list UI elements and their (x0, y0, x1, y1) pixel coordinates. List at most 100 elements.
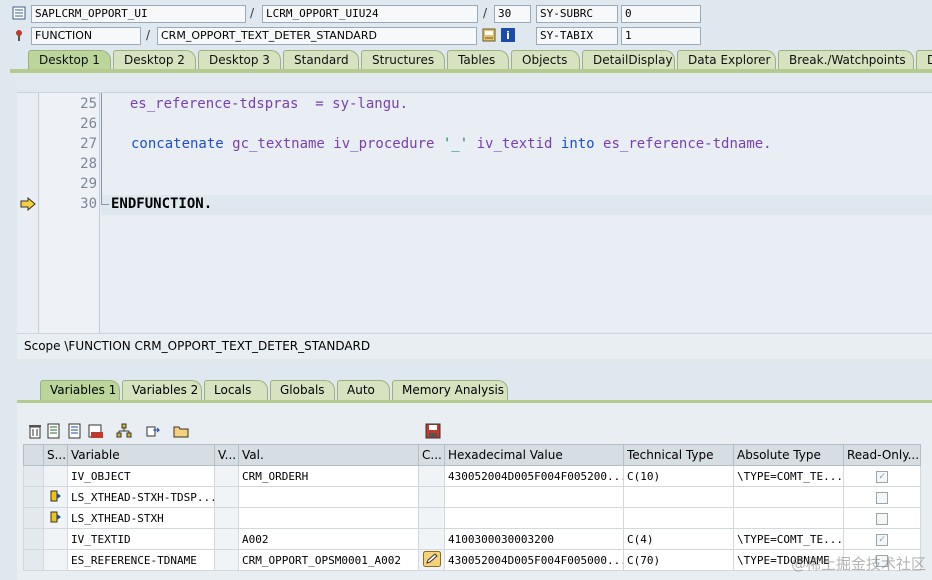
variable-cell[interactable]: IV_TEXTID (67, 528, 215, 550)
column-header[interactable]: Hexadecimal Value (444, 444, 624, 466)
navigate-icon[interactable] (145, 423, 161, 439)
variables-grid: S... Variable V... Val. C... Hexadecimal… (23, 444, 921, 571)
row-selector[interactable] (23, 486, 44, 508)
tab-variables-1[interactable]: Variables 1 (40, 380, 120, 400)
tab-more[interactable]: D (916, 50, 932, 70)
breakpoint-gutter[interactable] (17, 93, 39, 333)
technical-type-cell: C(4) (623, 528, 734, 550)
program-field: SAPLCRM_OPPORT_UI (31, 5, 246, 23)
tab-data-explorer[interactable]: Data Explorer (677, 50, 776, 70)
hierarchy-icon[interactable] (116, 423, 132, 439)
tab-desktop-2[interactable]: Desktop 2 (113, 50, 196, 70)
folder-icon[interactable] (173, 423, 189, 439)
hex-cell: 430052004D005F004F005000... (444, 549, 624, 571)
row-selector[interactable] (23, 507, 44, 529)
tab-objects[interactable]: Objects (511, 50, 580, 70)
separator: / (146, 28, 151, 42)
read-only-checkbox: ✓ (876, 470, 888, 483)
value-cell[interactable] (238, 507, 419, 529)
delete-icon[interactable] (27, 423, 43, 439)
table-row[interactable]: LS_XTHEAD-STXH-TDSP... (23, 486, 921, 508)
info-icon[interactable]: i (501, 28, 515, 42)
code-keyword: concatenate (131, 136, 224, 152)
column-header[interactable]: Read-Only... (843, 444, 921, 466)
c-cell (418, 465, 445, 487)
pencil-icon[interactable] (422, 550, 441, 567)
column-header[interactable]: Technical Type (623, 444, 734, 466)
import-icon[interactable] (46, 423, 62, 439)
tab-breakpoints[interactable]: Break./Watchpoints (778, 50, 914, 70)
read-only-checkbox: ✓ (876, 533, 888, 546)
function-icon (12, 28, 26, 42)
change-cell[interactable] (418, 549, 445, 571)
table-row[interactable]: ES_REFERENCE-TDNAME CRM_OPPORT_OPSM0001_… (23, 549, 921, 571)
code-keyword: into (560, 136, 595, 152)
v-cell (214, 528, 239, 550)
absolute-type-cell[interactable] (733, 507, 844, 529)
column-header[interactable]: Variable (67, 444, 215, 466)
tab-globals[interactable]: Globals (270, 380, 335, 400)
source-editor[interactable]: 25 26 27 28 29 30 es_reference-tdspras =… (17, 92, 932, 333)
hex-cell (444, 507, 624, 529)
table-row[interactable]: LS_XTHEAD-STXH (23, 507, 921, 529)
row-selector-header[interactable] (23, 444, 44, 466)
status-cell (43, 549, 68, 571)
column-header[interactable]: Absolute Type (733, 444, 844, 466)
value-cell[interactable]: A002 (238, 528, 419, 550)
row-selector[interactable] (23, 465, 44, 487)
tab-desktop-3[interactable]: Desktop 3 (198, 50, 281, 70)
tab-auto[interactable]: Auto (337, 380, 390, 400)
variable-cell[interactable]: ES_REFERENCE-TDNAME (67, 549, 215, 571)
value-cell[interactable]: CRM_OPPORT_OPSM0001_A002 (238, 549, 419, 571)
line-number: 27 (80, 136, 97, 152)
absolute-type-cell[interactable] (733, 486, 844, 508)
table-row[interactable]: IV_TEXTID A002 4100300030003200 C(4) \TY… (23, 528, 921, 550)
tab-standard[interactable]: Standard (283, 50, 359, 70)
line-number: 28 (80, 156, 97, 172)
display-object-icon[interactable] (482, 28, 496, 42)
value-cell[interactable] (238, 486, 419, 508)
tab-structures[interactable]: Structures (361, 50, 445, 70)
variable-cell[interactable]: LS_XTHEAD-STXH-TDSP... (67, 486, 215, 508)
column-header[interactable]: Val. (238, 444, 419, 466)
absolute-type-cell[interactable]: \TYPE=COMT_TE... (733, 465, 844, 487)
hex-cell: 430052004D005F004F005200... (444, 465, 624, 487)
tab-memory-analysis[interactable]: Memory Analysis (392, 380, 508, 400)
tab-locals[interactable]: Locals (204, 380, 268, 400)
row-selector[interactable] (23, 549, 44, 571)
variable-cell[interactable]: IV_OBJECT (67, 465, 215, 487)
line-number: 26 (80, 116, 97, 132)
tab-detaildisplay[interactable]: DetailDisplay (582, 50, 675, 70)
save-variants-icon[interactable] (88, 423, 104, 439)
v-cell (214, 507, 239, 529)
status-cell (43, 528, 68, 550)
hex-cell: 4100300030003200 (444, 528, 624, 550)
sysval-field-2: 1 (621, 27, 701, 45)
tab-variables-2[interactable]: Variables 2 (122, 380, 202, 400)
value-cell[interactable]: CRM_ORDERH (238, 465, 419, 487)
tab-tables[interactable]: Tables (447, 50, 509, 70)
current-line-highlight (101, 195, 932, 215)
svg-text:i: i (506, 29, 510, 42)
save-icon[interactable] (425, 423, 441, 439)
table-row[interactable]: IV_OBJECT CRM_ORDERH 430052004D005F004F0… (23, 465, 921, 487)
column-header[interactable]: V... (214, 444, 239, 466)
column-header[interactable]: S... (43, 444, 68, 466)
code-identifier: iv_textid (468, 136, 561, 152)
read-only-cell (843, 507, 921, 529)
code-identifier: es_reference-tdname. (594, 136, 772, 152)
absolute-type-cell[interactable]: \TYPE=COMT_TE... (733, 528, 844, 550)
tab-desktop-1[interactable]: Desktop 1 (28, 50, 111, 70)
column-header[interactable]: C... (418, 444, 445, 466)
sysvar-field-2: SY-TABIX (536, 27, 618, 45)
fold-bracket (101, 93, 109, 205)
technical-type-cell: C(70) (623, 549, 734, 571)
variable-cell[interactable]: LS_XTHEAD-STXH (67, 507, 215, 529)
line-number: 30 (80, 196, 97, 212)
technical-type-cell (623, 486, 734, 508)
export-icon[interactable] (67, 423, 83, 439)
c-cell (418, 528, 445, 550)
v-cell (214, 549, 239, 571)
row-selector[interactable] (23, 528, 44, 550)
read-only-cell: ✓ (843, 528, 921, 550)
